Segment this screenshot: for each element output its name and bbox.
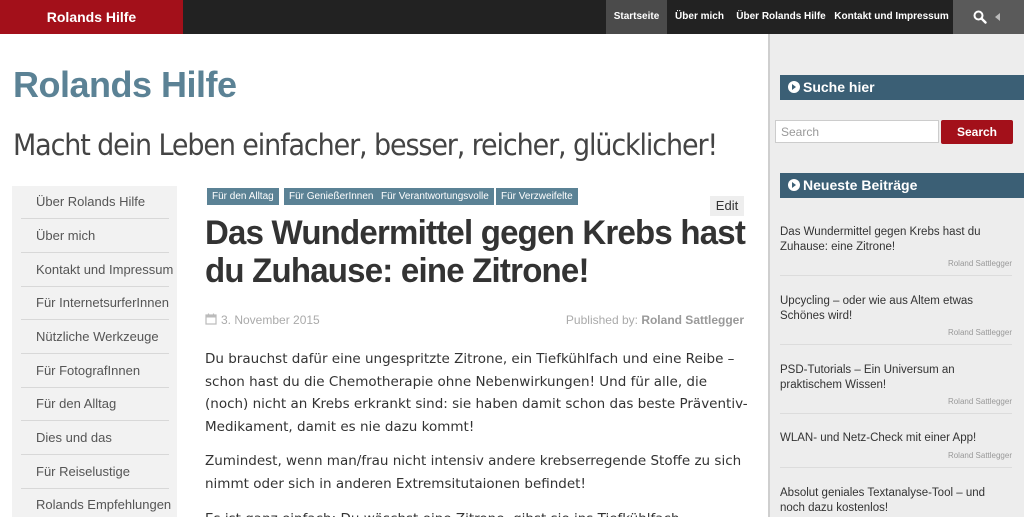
navbar-search-toggle[interactable] (953, 0, 1024, 34)
post-paragraph: Es ist ganz einfach: Du wäschst eine Zit… (205, 508, 750, 517)
menu-item-reiselustige[interactable]: Für Reiselustige (21, 456, 169, 489)
menu-item-empfehlungen[interactable]: Rolands Empfehlungen (21, 489, 171, 517)
recent-post-link[interactable]: WLAN- und Netz-Check mit einer App! (780, 431, 1012, 446)
recent-post-author: Roland Sattlegger (947, 259, 1012, 268)
post-author-link[interactable]: Roland Sattlegger (641, 313, 744, 327)
recent-post-author: Roland Sattlegger (947, 397, 1012, 406)
sidebar-search-button[interactable]: Search (941, 120, 1013, 144)
post-paragraph: Du brauchst dafür eine ungespritzte Zitr… (205, 351, 748, 435)
caret-left-icon (995, 13, 1000, 21)
recent-post-link[interactable]: PSD-Tutorials – Ein Universum an praktis… (780, 363, 1012, 393)
category-tag[interactable]: Für Verantwortungsvolle (376, 188, 494, 205)
post-date-text: 3. November 2015 (221, 313, 320, 327)
nav-kontakt-impressum[interactable]: Kontakt und Impressum (830, 0, 953, 34)
arrow-circle-right-icon (788, 81, 800, 93)
sidebar-search-input[interactable] (775, 120, 939, 143)
calendar-icon (205, 313, 217, 325)
menu-item-dies-und-das[interactable]: Dies und das (21, 422, 169, 455)
recent-posts-widget-title: Neueste Beiträge (780, 173, 1024, 198)
left-sidebar-menu: Über Rolands Hilfe Über mich Kontakt und… (12, 186, 177, 517)
nav-ueber-rolands-hilfe[interactable]: Über Rolands Hilfe (732, 0, 830, 34)
site-tagline: Macht dein Leben einfacher, besser, reic… (13, 128, 718, 162)
published-by-label: Published by: (565, 313, 638, 327)
recent-post-author: Roland Sattlegger (947, 451, 1012, 460)
brand-link[interactable]: Rolands Hilfe (0, 0, 183, 34)
category-tag[interactable]: Für Verzweifelte (496, 188, 578, 205)
divider (780, 413, 1012, 414)
nav-startseite[interactable]: Startseite (606, 0, 667, 34)
menu-item-fotografen[interactable]: Für FotografInnen (21, 355, 169, 388)
divider (780, 275, 1012, 276)
post-paragraph: Zumindest, wenn man/frau nicht intensiv … (205, 453, 742, 492)
menu-item-alltag[interactable]: Für den Alltag (21, 388, 169, 421)
menu-item-werkzeuge[interactable]: Nützliche Werkzeuge (21, 321, 169, 354)
menu-item-internetsurfer[interactable]: Für InternetsurferInnen (21, 287, 169, 320)
top-navbar: Rolands Hilfe Startseite Über mich Über … (0, 0, 1024, 34)
menu-item-ueber-mich[interactable]: Über mich (21, 220, 169, 253)
menu-item-ueber-rolands-hilfe[interactable]: Über Rolands Hilfe (21, 186, 169, 219)
post-author: Published by: Roland Sattlegger (566, 313, 744, 327)
site-title[interactable]: Rolands Hilfe (13, 64, 237, 106)
nav-ueber-mich[interactable]: Über mich (667, 0, 732, 34)
arrow-circle-right-icon (788, 179, 800, 191)
recent-post-link[interactable]: Absolut geniales Textanalyse-Tool – und … (780, 486, 1012, 516)
search-icon (973, 10, 987, 24)
edit-button[interactable]: Edit (710, 196, 744, 216)
post-title: Das Wundermittel gegen Krebs hast du Zuh… (205, 214, 746, 290)
recent-post-author: Roland Sattlegger (947, 328, 1012, 337)
post-date: 3. November 2015 (205, 313, 320, 327)
category-tag[interactable]: Für den Alltag (207, 188, 279, 205)
recent-post-link[interactable]: Das Wundermittel gegen Krebs hast du Zuh… (780, 225, 1012, 255)
recent-post-link[interactable]: Upcycling – oder wie aus Altem etwas Sch… (780, 294, 1012, 324)
category-tag[interactable]: Für GenießerInnen (284, 188, 379, 205)
divider (780, 467, 1012, 468)
menu-item-kontakt-impressum[interactable]: Kontakt und Impressum (21, 254, 173, 287)
search-widget-title: Suche hier (780, 75, 1024, 100)
divider (780, 344, 1012, 345)
